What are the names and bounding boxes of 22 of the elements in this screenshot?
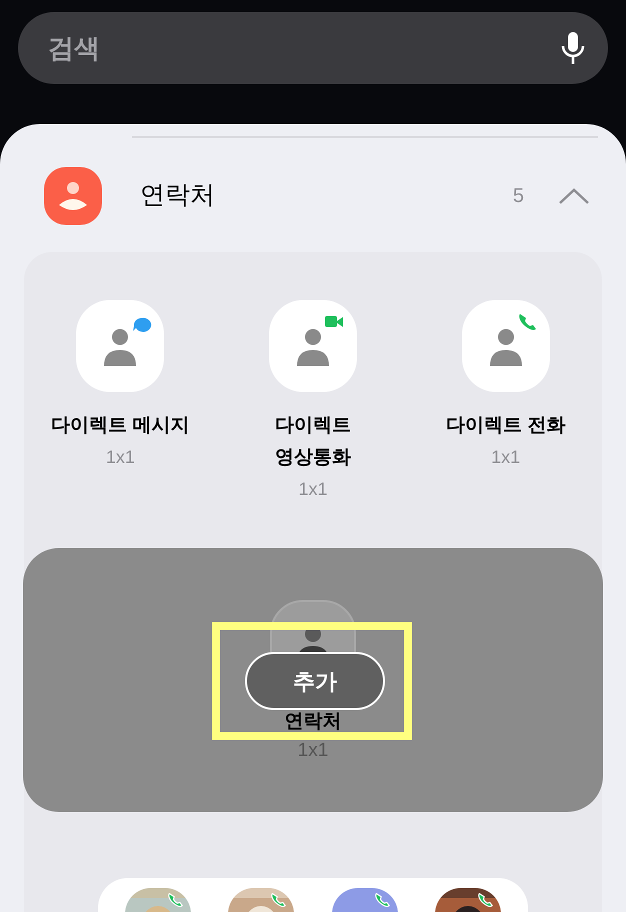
add-button[interactable]: 추가 xyxy=(245,652,385,710)
widget-count: 5 xyxy=(512,184,524,209)
contact-widget-icon[interactable] xyxy=(268,300,357,392)
widget-label: 다이렉트 영상통화 xyxy=(274,414,351,470)
search-field[interactable]: 검색 xyxy=(18,12,608,84)
widget-size: 1x1 xyxy=(106,446,135,469)
collapse-chevron-icon[interactable] xyxy=(558,187,590,205)
widget-label: 연락처 xyxy=(284,710,342,734)
section-title: 연락처 xyxy=(140,180,215,212)
phone-icon xyxy=(270,892,286,908)
microphone-icon[interactable] xyxy=(560,31,586,65)
contact-app-icon xyxy=(44,167,102,225)
search-input[interactable]: 검색 xyxy=(48,28,560,68)
contact-widget-icon[interactable] xyxy=(76,300,164,392)
widget-label: 다이렉트 메시지 xyxy=(51,414,190,438)
phone-icon xyxy=(166,892,183,908)
phone-icon xyxy=(477,892,494,908)
contact-widget-icon[interactable] xyxy=(462,300,550,392)
widget-size: 1x1 xyxy=(298,478,328,501)
widget-label: 다이렉트 전화 xyxy=(446,414,566,438)
widget-size: 1x1 xyxy=(491,446,520,469)
phone-icon xyxy=(374,892,390,908)
